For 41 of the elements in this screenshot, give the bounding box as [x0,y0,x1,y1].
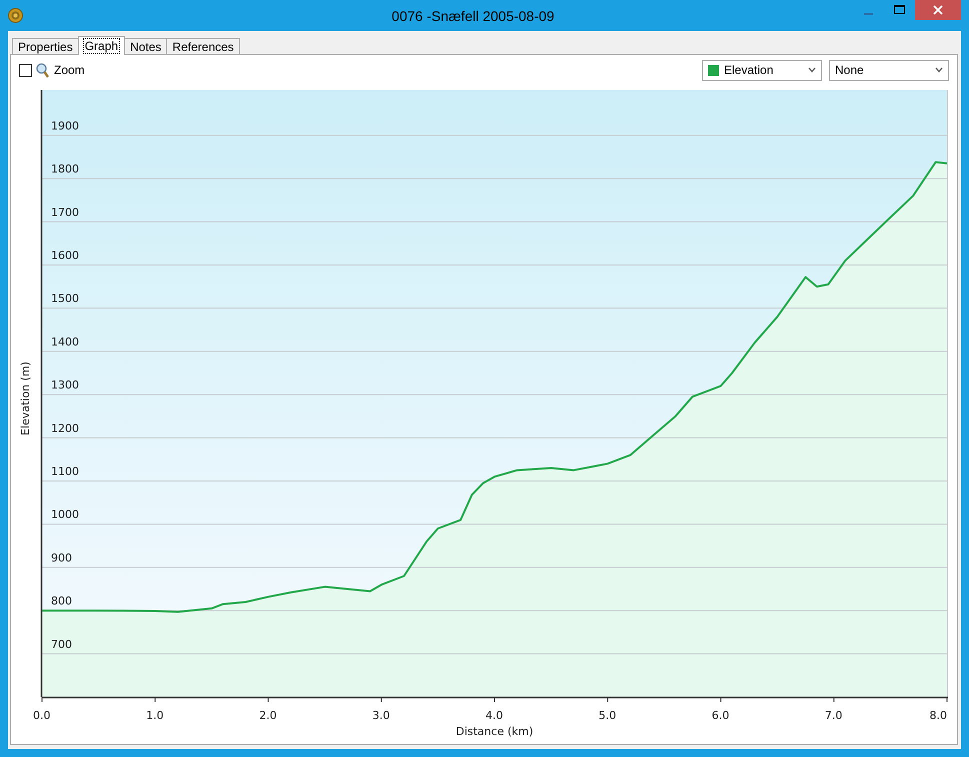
close-icon [933,5,943,15]
x-tick-label: 4.0 [486,709,503,722]
x-tick-label: 8.0 [930,709,947,722]
y-tick-label: 900 [51,551,72,564]
tab[interactable]: Graph [78,36,126,55]
y-tick-label: 1300 [51,378,79,392]
y-tick-label: 1900 [51,119,79,132]
y-tick-label: 700 [51,638,72,651]
series-dropdown[interactable]: Elevation [702,60,822,80]
zoom-checkbox[interactable] [19,64,32,76]
tab[interactable]: Properties [12,38,79,54]
app-icon[interactable] [8,8,23,23]
close-button[interactable] [915,0,961,20]
tab[interactable]: Notes [124,38,168,54]
minimize-icon [864,13,873,15]
y-tick-label: 1700 [51,206,79,219]
y-tick-label: 1200 [51,422,79,435]
magnifier-icon [36,62,49,78]
y-tick-label: 1600 [51,248,79,262]
y-tick-label: 1100 [51,464,79,478]
y-tick-label: 800 [51,594,72,608]
x-tick-label: 2.0 [259,709,277,722]
compare-dropdown[interactable]: None [829,60,949,80]
y-tick-label: 1500 [51,292,79,306]
x-axis-title: Distance (km) [456,725,534,738]
y-axis-title: Elevation (m) [19,362,32,436]
x-tick-label: 3.0 [372,709,390,722]
y-tick-label: 1000 [51,508,79,522]
x-tick-label: 0.0 [33,709,50,722]
x-tick-label: 5.0 [598,709,616,722]
caret-icon [808,67,816,73]
window-title: 0076 -Snæfell 2005-08-09 [390,8,556,24]
y-tick-label: 1400 [51,335,79,348]
caret-icon [935,67,943,73]
x-tick-label: 6.0 [712,709,730,722]
zoom-label: Zoom [54,63,85,77]
y-tick-label: 1800 [51,162,79,176]
maximize-icon [894,5,905,15]
tab[interactable]: References [166,38,240,54]
x-tick-label: 1.0 [146,709,164,722]
x-tick-label: 7.0 [824,709,842,722]
